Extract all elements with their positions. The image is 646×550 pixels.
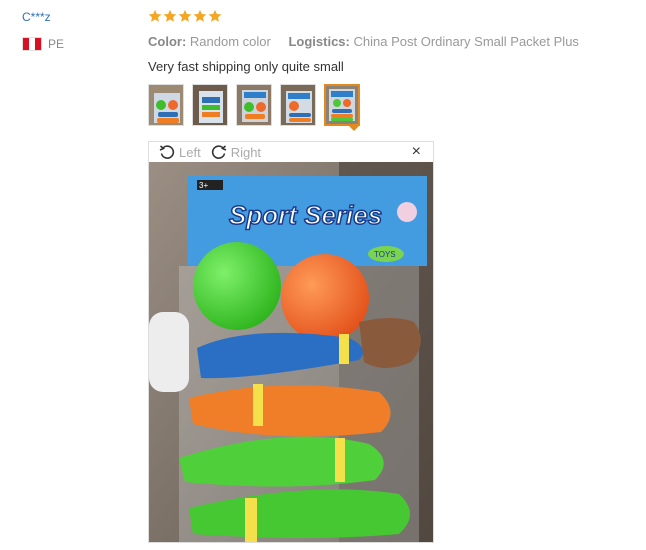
package-title: Sport Series — [229, 200, 382, 230]
logistics-label: Logistics: — [288, 34, 350, 49]
review-thumbnail-5-selected[interactable] — [324, 84, 360, 126]
reviewer-country: PE — [22, 37, 64, 51]
star-icon — [193, 9, 207, 22]
image-viewer: Left Right × 3+ Sport Series TOYS — [148, 141, 434, 543]
star-icon — [163, 9, 177, 22]
color-value: Random color — [189, 34, 271, 49]
rotate-left-icon — [159, 145, 175, 159]
rotate-right-label: Right — [230, 144, 262, 160]
peru-flag-icon — [22, 37, 42, 51]
review-thumbnails — [148, 84, 360, 126]
review-thumbnail-2[interactable] — [192, 84, 228, 126]
package-brand: TOYS — [374, 250, 396, 259]
color-label: Color: — [148, 34, 187, 49]
review-meta: Color: Random color Logistics: China Pos… — [148, 34, 579, 49]
review-photo: 3+ Sport Series TOYS — [149, 162, 433, 542]
review-text: Very fast shipping only quite small — [148, 59, 344, 74]
rotate-right-icon — [211, 145, 227, 159]
review-thumbnail-4[interactable] — [280, 84, 316, 126]
star-rating — [148, 9, 222, 23]
close-viewer-button[interactable]: × — [412, 143, 421, 161]
review-thumbnail-1[interactable] — [148, 84, 184, 126]
reviewer-name[interactable]: C***z — [22, 10, 51, 24]
country-code: PE — [48, 37, 65, 51]
star-icon — [148, 9, 162, 22]
star-icon — [208, 9, 222, 22]
review-thumbnail-3[interactable] — [236, 84, 272, 126]
rotate-left-button[interactable]: Left — [159, 144, 201, 160]
star-icon — [178, 9, 192, 22]
rotate-left-label: Left — [179, 144, 201, 160]
selected-thumbnail-caret — [348, 125, 360, 131]
rotate-right-button[interactable]: Right — [211, 144, 261, 160]
viewer-toolbar: Left Right × — [149, 142, 433, 162]
svg-text:3+: 3+ — [199, 181, 208, 190]
logistics-value: China Post Ordinary Small Packet Plus — [353, 34, 579, 49]
